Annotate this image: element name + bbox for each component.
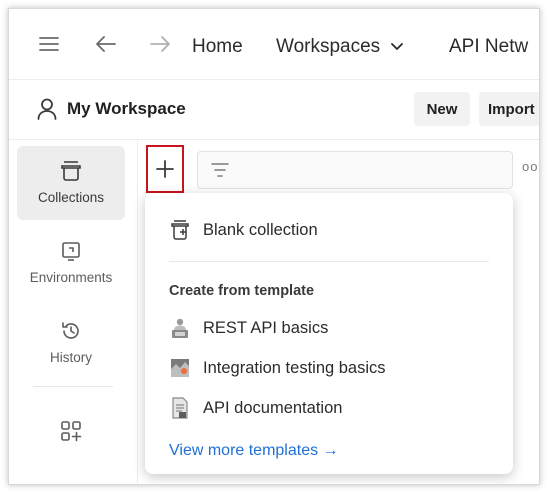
import-button[interactable]: Import xyxy=(479,92,539,126)
blank-collection-label: Blank collection xyxy=(203,220,318,239)
collections-icon xyxy=(60,160,82,182)
history-icon xyxy=(60,320,82,342)
hamburger-menu-icon[interactable] xyxy=(39,37,59,56)
template-section-title: Create from template xyxy=(169,283,315,299)
sidebar-item-apps[interactable] xyxy=(17,406,125,480)
nav-workspaces-label: Workspaces xyxy=(276,36,381,57)
view-more-templates-link[interactable]: View more templates → xyxy=(169,442,339,460)
sidebar-item-history[interactable]: History xyxy=(17,306,125,380)
nav-api-network[interactable]: API Netw xyxy=(449,36,528,58)
more-options-icon[interactable]: oo xyxy=(522,159,538,174)
sidebar-divider xyxy=(33,386,113,387)
new-button[interactable]: New xyxy=(414,92,470,126)
template-label: Integration testing basics xyxy=(203,358,386,377)
forward-arrow-icon[interactable] xyxy=(149,35,171,58)
app-window: Home Workspaces API Netw My Workspace Ne… xyxy=(8,8,540,485)
user-icon xyxy=(37,98,57,125)
sidebar: Collections Environments History xyxy=(9,140,138,484)
rest-api-icon xyxy=(169,317,191,339)
chevron-down-icon xyxy=(391,43,404,50)
template-label: API documentation xyxy=(203,398,343,417)
template-item-api-documentation[interactable]: API documentation xyxy=(169,397,342,419)
add-collection-button[interactable] xyxy=(146,145,184,193)
environments-icon xyxy=(60,240,82,262)
nav-workspaces[interactable]: Workspaces xyxy=(276,36,404,58)
integration-icon xyxy=(169,357,191,379)
sidebar-item-label: Environments xyxy=(29,270,113,285)
nav-home[interactable]: Home xyxy=(192,36,243,58)
sidebar-item-label: Collections xyxy=(37,190,105,205)
apps-grid-icon xyxy=(60,420,82,442)
top-nav-bar: Home Workspaces API Netw xyxy=(9,9,539,80)
search-input[interactable] xyxy=(197,151,513,189)
menu-divider xyxy=(169,261,489,262)
template-label: REST API basics xyxy=(203,318,329,337)
new-collection-dropdown: Blank collection Create from template RE… xyxy=(145,193,513,474)
blank-collection-icon xyxy=(169,219,191,241)
filter-icon[interactable] xyxy=(210,161,230,179)
workspace-title: My Workspace xyxy=(67,99,186,118)
template-item-integration-testing[interactable]: Integration testing basics xyxy=(169,357,386,379)
blank-collection-item[interactable]: Blank collection xyxy=(169,219,318,241)
documentation-icon xyxy=(169,397,191,419)
plus-icon xyxy=(156,160,174,178)
template-item-rest-api[interactable]: REST API basics xyxy=(169,317,328,339)
sidebar-item-collections[interactable]: Collections xyxy=(17,146,125,220)
back-arrow-icon[interactable] xyxy=(95,35,117,58)
sidebar-item-environments[interactable]: Environments xyxy=(17,226,125,300)
sidebar-item-label: History xyxy=(49,350,92,365)
workspace-header: My Workspace New Import xyxy=(9,79,539,140)
